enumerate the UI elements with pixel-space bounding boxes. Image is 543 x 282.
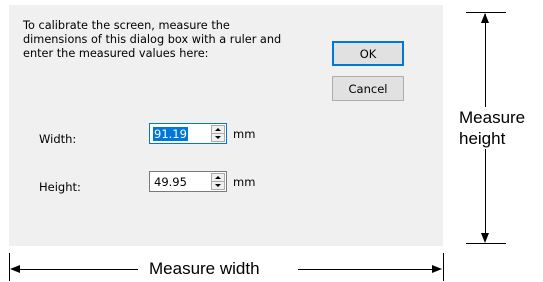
instructions-line: enter the measured values here: — [23, 47, 209, 60]
caret-down-icon — [215, 136, 221, 139]
width-arrow-line-right — [298, 269, 434, 270]
caret-up-icon — [215, 128, 221, 131]
width-right-cap — [443, 253, 444, 281]
measure-width-label: Measure width — [149, 259, 260, 278]
arrow-right-icon — [432, 265, 442, 273]
instructions-text: To calibrate the screen, measure the dim… — [23, 19, 323, 61]
arrow-down-icon — [481, 233, 489, 243]
height-label: Height: — [39, 180, 81, 194]
height-spin-down-button[interactable] — [212, 182, 224, 189]
instructions-line: To calibrate the screen, measure the — [23, 19, 230, 32]
width-value[interactable]: 91.19 — [153, 127, 188, 141]
height-spin-up-button[interactable] — [212, 174, 224, 182]
width-spin-down-button[interactable] — [212, 134, 224, 141]
width-label: Width: — [39, 132, 77, 146]
cancel-button[interactable]: Cancel — [332, 76, 404, 101]
instructions-line: dimensions of this dialog box with a rul… — [23, 33, 282, 46]
width-unit: mm — [233, 127, 256, 141]
height-unit: mm — [233, 175, 256, 189]
height-input[interactable]: 49.95 — [149, 171, 227, 192]
height-spinner[interactable] — [211, 173, 225, 190]
arrow-up-icon — [481, 13, 489, 23]
measure-height-label: Measure height — [458, 107, 527, 149]
ok-button[interactable]: OK — [332, 41, 404, 66]
arrow-left-icon — [10, 265, 20, 273]
measure-height-line: height — [459, 129, 506, 148]
height-value[interactable]: 49.95 — [153, 175, 188, 189]
width-arrow-line-left — [18, 269, 138, 270]
caret-down-icon — [215, 184, 221, 187]
width-input[interactable]: 91.19 — [149, 123, 227, 144]
width-spin-up-button[interactable] — [212, 126, 224, 134]
measure-height-line: Measure — [459, 108, 526, 127]
caret-up-icon — [215, 176, 221, 179]
height-bottom-cap — [466, 243, 506, 244]
calibration-dialog: To calibrate the screen, measure the dim… — [9, 5, 443, 246]
width-spinner[interactable] — [211, 125, 225, 142]
